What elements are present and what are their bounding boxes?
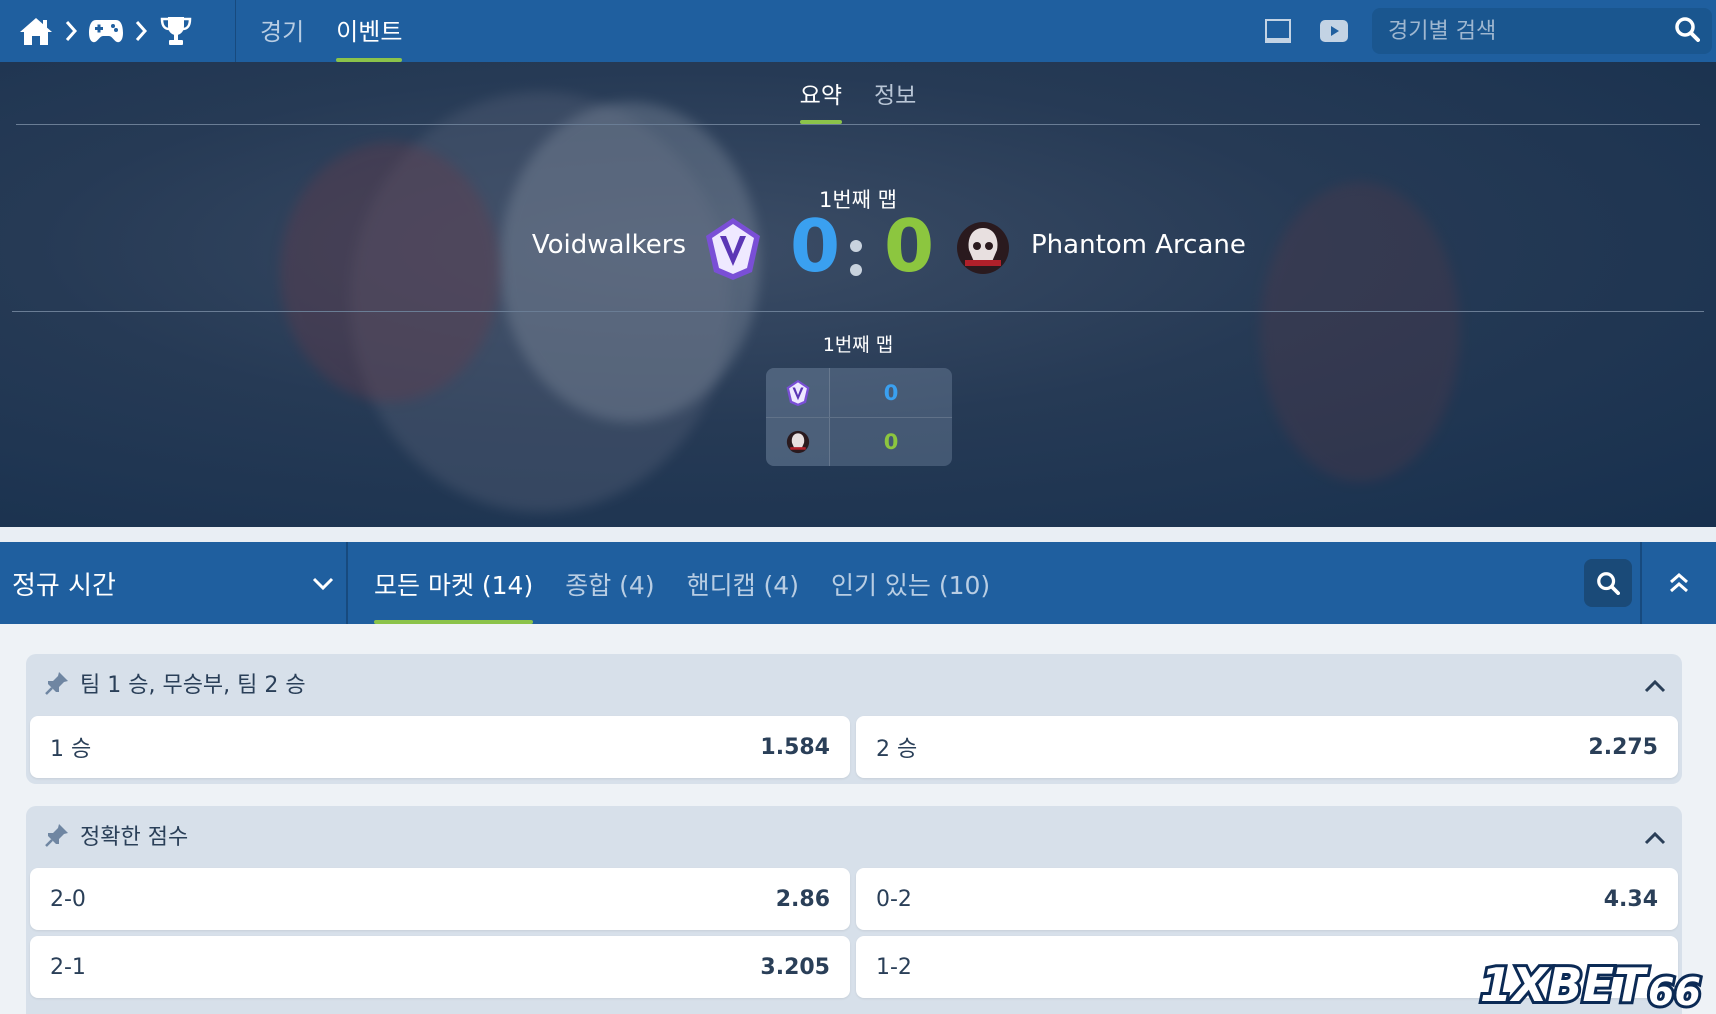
double-chevron-up-icon — [1670, 573, 1688, 593]
chevron-down-icon — [312, 568, 334, 598]
phantom-arcane-logo-icon — [766, 418, 830, 466]
breadcrumb — [0, 0, 236, 62]
collapse-all-button[interactable] — [1640, 542, 1716, 624]
phantom-arcane-logo-icon — [955, 220, 1011, 276]
bet-name: 0-2 — [876, 886, 912, 912]
tab-all-markets[interactable]: 모든 마켓 (14) — [374, 542, 534, 624]
voidwalkers-logo-icon — [700, 216, 766, 282]
market-tabs: 모든 마켓 (14) 종합 (4) 핸디캡 (4) 인기 있는 (10) — [374, 542, 1022, 624]
pin-icon[interactable] — [44, 822, 70, 848]
tab-handicap[interactable]: 핸디캡 (4) — [687, 542, 799, 624]
bet-odds: 1.584 — [760, 734, 830, 760]
bet-odds: 3.205 — [760, 954, 830, 980]
search-input[interactable] — [1388, 18, 1674, 44]
search-icon[interactable] — [1674, 16, 1700, 46]
tv-screen-icon[interactable] — [1250, 0, 1306, 62]
bet-name: 2-1 — [50, 954, 86, 980]
voidwalkers-logo-icon — [766, 368, 830, 417]
tab-totals[interactable]: 종합 (4) — [565, 542, 654, 624]
bet-odds: 2.275 — [1588, 734, 1658, 760]
chevron-up-icon[interactable] — [1644, 826, 1666, 851]
tab-matches[interactable]: 경기 — [260, 0, 304, 62]
team2-score: 0 — [884, 204, 935, 288]
market-group-correct-score: 정확한 점수 2-0 2.86 0-2 4.34 2-1 3.205 1-2 — [26, 806, 1682, 1014]
bet-option[interactable]: 1 승 1.584 — [30, 716, 850, 778]
map-score-row: 0 — [766, 417, 952, 466]
top-navigation-bar: 경기 이벤트 — [0, 0, 1716, 62]
map-team1-score: 0 — [883, 380, 899, 405]
bet-odds: 2.86 — [775, 886, 830, 912]
bet-name: 2-0 — [50, 886, 86, 912]
market-title: 팀 1 승, 무승부, 팀 2 승 — [80, 673, 306, 698]
video-play-icon[interactable] — [1306, 0, 1362, 62]
tab-summary[interactable]: 요약 — [799, 76, 843, 124]
top-right-tools — [1250, 0, 1716, 62]
bet-option[interactable]: 2-1 3.205 — [30, 936, 850, 998]
current-map-label: 1번째 맵 — [819, 188, 897, 212]
pin-icon[interactable] — [44, 670, 70, 696]
tab-popular[interactable]: 인기 있는 (10) — [831, 542, 990, 624]
market-group-match-winner: 팀 1 승, 무승부, 팀 2 승 1 승 1.584 2 승 2.275 — [26, 654, 1682, 784]
bet-name: 2 승 — [876, 737, 918, 762]
team2-name: Phantom Arcane — [1031, 230, 1246, 260]
brand-watermark-logo: 1XBET 66 — [1476, 955, 1712, 1014]
bet-name: 1-2 — [876, 954, 912, 980]
match-search-box — [1372, 8, 1712, 54]
gamepad-icon[interactable] — [88, 13, 124, 49]
period-label: 정규 시간 — [12, 570, 116, 601]
period-dropdown[interactable]: 정규 시간 — [0, 542, 348, 624]
bet-option[interactable]: 2-0 2.86 — [30, 868, 850, 930]
score-separator — [850, 240, 862, 288]
chevron-right-icon — [54, 13, 88, 49]
market-group-header[interactable]: 팀 1 승, 무승부, 팀 2 승 — [26, 654, 1682, 712]
team1-score: 0 — [790, 204, 841, 288]
hero-tabs: 요약 정보 — [0, 76, 1716, 124]
tab-events[interactable]: 이벤트 — [336, 0, 403, 62]
svg-text:66: 66 — [1648, 970, 1701, 1013]
scoreline: Voidwalkers 0 0 Phantom Arcane — [0, 204, 1716, 292]
divider — [16, 124, 1700, 125]
bet-odds: 4.34 — [1603, 886, 1658, 912]
market-title: 정확한 점수 — [80, 825, 189, 850]
bet-name: 1 승 — [50, 737, 92, 762]
team1-name: Voidwalkers — [531, 230, 686, 260]
market-group-header[interactable]: 정확한 점수 — [26, 806, 1682, 864]
svg-text:1XBET: 1XBET — [1480, 958, 1649, 1012]
map-table-title: 1번째 맵 — [822, 334, 894, 356]
market-filter-bar: 정규 시간 모든 마켓 (14) 종합 (4) 핸디캡 (4) 인기 있는 (1… — [0, 542, 1716, 624]
bet-option[interactable]: 0-2 4.34 — [856, 868, 1678, 930]
map-team2-score: 0 — [883, 430, 899, 454]
trophy-icon[interactable] — [158, 13, 194, 49]
home-icon[interactable] — [18, 13, 54, 49]
chevron-right-icon — [124, 13, 158, 49]
chevron-up-icon[interactable] — [1644, 674, 1666, 699]
map-score-row: 0 — [766, 368, 952, 417]
markets-list: 팀 1 승, 무승부, 팀 2 승 1 승 1.584 2 승 2.275 정확… — [0, 624, 1716, 1014]
market-search-button[interactable] — [1584, 559, 1632, 607]
divider — [12, 311, 1704, 312]
match-scoreboard-hero: 요약 정보 1번째 맵 Voidwalkers 0 0 Phantom Arca… — [0, 62, 1716, 527]
map-score-table: 0 0 — [766, 368, 952, 466]
top-tabs: 경기 이벤트 — [260, 0, 434, 62]
bet-option[interactable]: 2 승 2.275 — [856, 716, 1678, 778]
tab-info[interactable]: 정보 — [874, 76, 916, 124]
search-icon — [1597, 572, 1620, 595]
